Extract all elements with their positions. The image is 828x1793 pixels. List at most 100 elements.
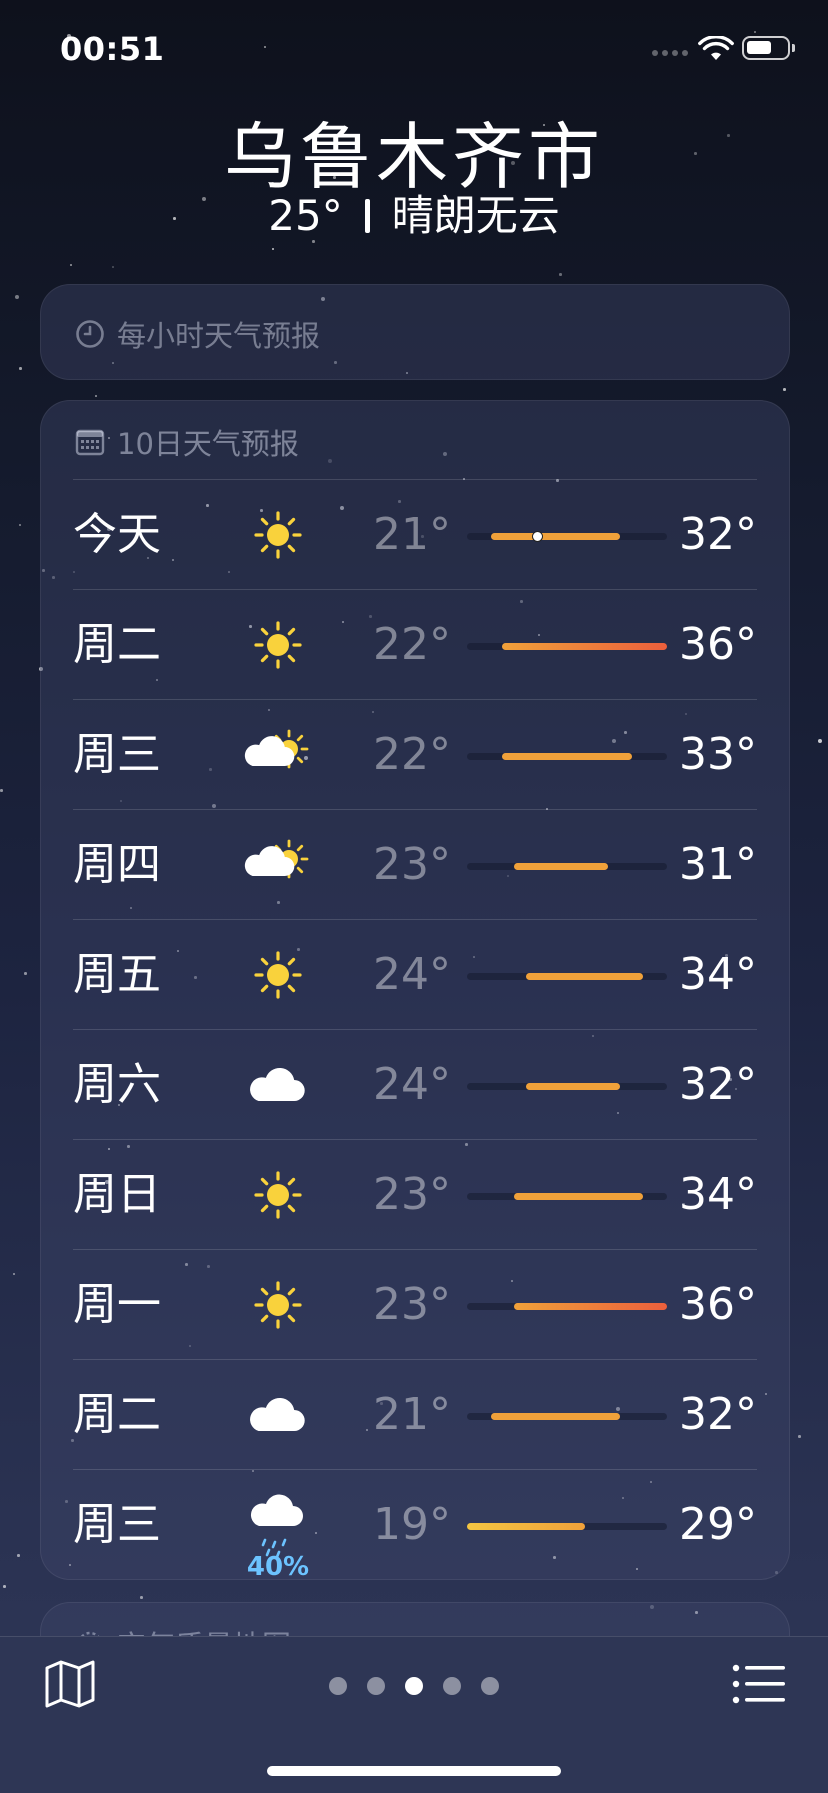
temperature-range-bar	[525, 1083, 620, 1090]
temperature-range-bar	[514, 1193, 644, 1200]
star	[798, 1435, 801, 1438]
temperature-range-bar	[490, 1413, 620, 1420]
wifi-icon	[698, 36, 734, 60]
high-temperature: 33°	[679, 729, 757, 780]
high-temperature: 32°	[679, 1389, 757, 1440]
star	[24, 972, 27, 975]
temperature-range-track	[467, 1083, 667, 1090]
low-temperature: 23°	[373, 1169, 451, 1220]
temperature-range-track	[467, 1523, 667, 1530]
city-list-icon[interactable]	[732, 1663, 786, 1705]
calendar-icon	[75, 429, 105, 456]
home-indicator[interactable]	[267, 1766, 561, 1776]
sun-icon	[254, 951, 302, 999]
low-temperature: 24°	[373, 1059, 451, 1110]
star	[140, 1596, 143, 1599]
temperature-range-track	[467, 973, 667, 980]
forecast-row[interactable]: 周四 23° 31°	[73, 809, 757, 920]
low-temperature: 24°	[373, 949, 451, 1000]
clock-icon	[76, 320, 104, 348]
temperature-range-track	[467, 863, 667, 870]
current-summary: 25° 晴朗无云	[0, 182, 828, 243]
forecast-row[interactable]: 周日 23° 34°	[73, 1139, 757, 1250]
precipitation-chance: 40%	[246, 1552, 310, 1582]
low-temperature: 23°	[373, 839, 451, 890]
high-temperature: 29°	[679, 1499, 757, 1550]
page-dot[interactable]	[443, 1677, 461, 1695]
ten-day-forecast-title: 10日天气预报	[117, 427, 299, 461]
day-label: 周六	[73, 1059, 161, 1110]
temperature-range-track	[467, 643, 667, 650]
current-condition: 晴朗无云	[391, 191, 560, 240]
temperature-range-track	[467, 753, 667, 760]
cloud-icon	[250, 1067, 305, 1101]
forecast-row[interactable]: 周五 24° 34°	[73, 919, 757, 1030]
forecast-row[interactable]: 周二 21° 32°	[73, 1359, 757, 1470]
cellular-signal-icon	[652, 50, 688, 56]
page-dot[interactable]	[367, 1677, 385, 1695]
day-label: 周二	[73, 1389, 161, 1440]
star	[19, 524, 21, 526]
temperature-range-bar	[467, 1523, 585, 1530]
page-dot[interactable]	[481, 1677, 499, 1695]
current-temperature: 25°	[268, 191, 343, 240]
partly-cloudy-icon	[244, 729, 309, 769]
day-label: 周三	[73, 1499, 161, 1550]
day-label: 周四	[73, 839, 161, 890]
high-temperature: 32°	[679, 509, 757, 560]
forecast-row[interactable]: 周六 24° 32°	[73, 1029, 757, 1140]
star	[783, 388, 786, 391]
day-label: 周三	[73, 729, 161, 780]
separator	[364, 199, 370, 233]
star	[19, 367, 22, 370]
hourly-forecast-title: 每小时天气预报	[117, 319, 321, 353]
hourly-forecast-header: 每小时天气预报	[75, 313, 320, 355]
low-temperature: 21°	[373, 509, 451, 560]
low-temperature: 22°	[373, 619, 451, 670]
forecast-row[interactable]: 周三 40% 19° 29°	[73, 1469, 757, 1582]
forecast-row[interactable]: 今天 21° 32°	[73, 479, 757, 590]
page-dot[interactable]	[329, 1677, 347, 1695]
cloud-icon	[250, 1397, 305, 1431]
day-label: 周日	[73, 1169, 161, 1220]
star	[70, 264, 72, 266]
high-temperature: 32°	[679, 1059, 757, 1110]
low-temperature: 19°	[373, 1499, 451, 1550]
star	[13, 1273, 15, 1275]
partly-cloudy-icon	[244, 839, 309, 879]
forecast-row[interactable]: 周一 23° 36°	[73, 1249, 757, 1360]
page-dot[interactable]	[405, 1677, 423, 1695]
status-time: 00:51	[60, 30, 165, 68]
day-label: 周二	[73, 619, 161, 670]
high-temperature: 34°	[679, 1169, 757, 1220]
temperature-range-track	[467, 531, 667, 542]
temperature-range-bar	[514, 863, 609, 870]
forecast-row[interactable]: 周三 22° 33°	[73, 699, 757, 810]
high-temperature: 36°	[679, 1279, 757, 1330]
high-temperature: 36°	[679, 619, 757, 670]
star	[754, 31, 756, 33]
low-temperature: 22°	[373, 729, 451, 780]
star	[112, 266, 114, 268]
low-temperature: 21°	[373, 1389, 451, 1440]
page-indicator[interactable]	[0, 1677, 828, 1695]
battery-icon	[742, 36, 795, 60]
rain-icon	[250, 1494, 303, 1558]
sun-icon	[254, 511, 302, 559]
sun-icon	[254, 621, 302, 669]
high-temperature: 31°	[679, 839, 757, 890]
sun-icon	[254, 1171, 302, 1219]
sun-icon	[254, 1281, 302, 1329]
forecast-row[interactable]: 周二 22° 36°	[73, 589, 757, 700]
temperature-range-bar	[502, 753, 632, 760]
star	[264, 46, 266, 48]
star	[818, 739, 822, 743]
ten-day-forecast-card[interactable]: 10日天气预报 今天 21° 32° 周二 22° 36° 周三 22° 33°…	[40, 400, 790, 1582]
star	[95, 395, 97, 397]
hourly-forecast-card[interactable]: 每小时天气预报	[40, 284, 790, 380]
temperature-range-track	[467, 1303, 667, 1310]
temperature-range-track	[467, 1193, 667, 1200]
day-label: 周五	[73, 949, 161, 1000]
temperature-range-bar	[490, 533, 620, 540]
star	[15, 295, 19, 299]
